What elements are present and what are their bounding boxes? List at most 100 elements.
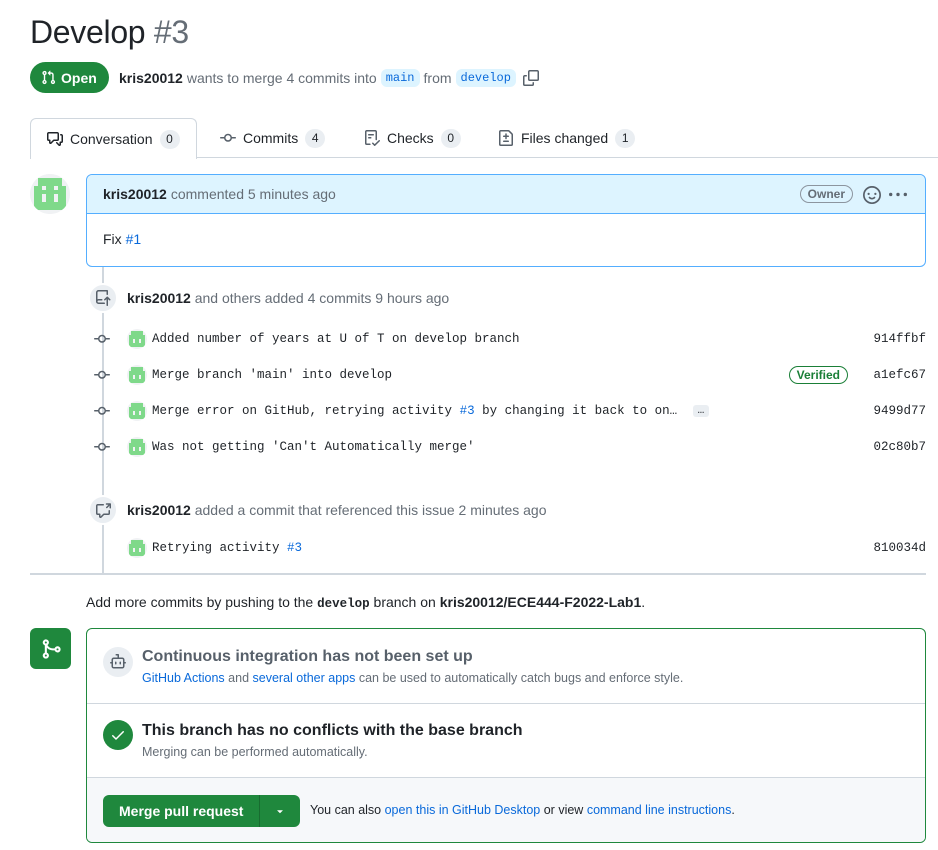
commit-message[interactable]: Merge error on GitHub, retrying activity… (152, 404, 710, 418)
conflicts-section: This branch has no conflicts with the ba… (87, 704, 925, 778)
pr-meta: kris20012 wants to merge 4 commits into … (119, 64, 540, 91)
author-link[interactable]: kris20012 (119, 70, 183, 86)
reference-event-text: added a commit that referenced this issu… (194, 502, 547, 518)
git-pull-request-icon (42, 70, 56, 85)
pr-title-text: Develop (30, 14, 146, 50)
comment: kris20012 commented 5 minutes ago Owner … (86, 174, 926, 267)
repo-link[interactable]: kris20012/ECE444-F2022-Lab1 (440, 594, 642, 610)
repo-push-badge (88, 283, 118, 313)
timeline-divider (30, 573, 926, 575)
comment-discussion-icon (47, 132, 63, 146)
state-badge: Open (30, 62, 109, 93)
commit-sha[interactable]: 02c80b7 (873, 440, 926, 454)
ci-description: GitHub Actions and several other apps ca… (142, 671, 683, 685)
tab-commits-label: Commits (243, 130, 299, 146)
merge-note-prefix: You can also (310, 803, 382, 817)
commit-message[interactable]: Retrying activity #3 (152, 541, 302, 555)
merge-note-mid: or view (543, 803, 584, 817)
ci-title: Continuous integration has not been set … (142, 648, 473, 665)
base-branch[interactable]: main (380, 68, 420, 87)
tab-files-changed[interactable]: Files changed 1 (498, 118, 636, 158)
merge-button-group: Merge pull request (103, 795, 301, 827)
cross-reference-icon (96, 503, 111, 518)
git-commit-icon (92, 368, 112, 382)
git-merge-badge (30, 628, 71, 669)
comment-body-text: Fix (103, 231, 122, 247)
triangle-down-icon (277, 810, 284, 814)
issue-link[interactable]: #3 (287, 541, 302, 555)
merge-pull-request-button[interactable]: Merge pull request (103, 795, 261, 827)
git-commit-icon (92, 440, 112, 454)
tab-checks[interactable]: Checks 0 (364, 118, 461, 158)
owner-badge: Owner (799, 185, 853, 203)
commit-message[interactable]: Was not getting 'Can't Automatically mer… (152, 440, 475, 454)
reference-event: kris20012 added a commit that referenced… (127, 502, 546, 518)
tab-conversation-label: Conversation (70, 131, 153, 147)
commit-message[interactable]: Merge branch 'main' into develop (152, 368, 392, 382)
git-merge-icon (42, 638, 61, 659)
check-icon (112, 731, 124, 740)
github-desktop-link[interactable]: open this in GitHub Desktop (385, 803, 541, 817)
expand-message-button[interactable]: … (692, 404, 710, 417)
tab-files-changed-count: 1 (615, 128, 636, 148)
copy-icon[interactable] (522, 69, 540, 87)
commit-row: Added number of years at U of T on devel… (92, 328, 926, 350)
tab-files-changed-label: Files changed (521, 130, 609, 146)
robot-icon (110, 654, 126, 669)
github-actions-link[interactable]: GitHub Actions (142, 671, 225, 685)
push-hint: Add more commits by pushing to the devel… (86, 594, 645, 611)
conflicts-title: This branch has no conflicts with the ba… (142, 722, 523, 739)
comment-body: Fix #1 (87, 214, 925, 264)
commit-avatar[interactable] (127, 538, 147, 558)
tab-checks-count: 0 (440, 128, 461, 148)
pr-title: Develop #3 (30, 14, 189, 51)
tab-conversation[interactable]: Conversation 0 (30, 118, 197, 159)
merge-method-dropdown[interactable] (260, 795, 300, 827)
commit-sha[interactable]: a1efc67 (873, 368, 926, 382)
commits-event-text: and others added 4 commits 9 hours ago (194, 290, 450, 306)
issue-link[interactable]: #1 (126, 231, 142, 247)
tab-commits-count: 4 (305, 128, 326, 148)
head-branch[interactable]: develop (455, 68, 516, 87)
commit-sha[interactable]: 810034d (873, 541, 926, 555)
comment-author[interactable]: kris20012 (103, 186, 167, 202)
repo-push-icon (96, 290, 111, 306)
commit-row: Was not getting 'Can't Automatically mer… (92, 436, 926, 458)
avatar[interactable] (30, 174, 70, 214)
commits-event-author[interactable]: kris20012 (127, 290, 191, 306)
conflicts-description: Merging can be performed automatically. (142, 745, 368, 759)
state-label: Open (61, 69, 97, 86)
issue-link[interactable]: #3 (460, 404, 475, 418)
commit-sha[interactable]: 9499d77 (873, 404, 926, 418)
checklist-icon (365, 130, 380, 146)
kebab-horizontal-icon[interactable] (889, 186, 907, 204)
pr-number: #3 (153, 14, 189, 50)
check-badge (103, 720, 133, 750)
ci-and: and (228, 671, 250, 685)
file-diff-icon (499, 130, 513, 146)
ci-badge (103, 647, 133, 677)
pr-tabs: Conversation 0 Commits 4 Checks 0 Files … (30, 118, 938, 159)
commits-event: kris20012 and others added 4 commits 9 h… (127, 290, 449, 306)
command-line-link[interactable]: command line instructions (587, 803, 732, 817)
hint-prefix: Add more commits by pushing to the (86, 594, 314, 610)
commit-avatar[interactable] (127, 365, 147, 385)
commit-row: Retrying activity #3 810034d (92, 537, 926, 559)
other-apps-link[interactable]: several other apps (253, 671, 356, 685)
commit-avatar[interactable] (127, 329, 147, 349)
cross-reference-badge (88, 495, 118, 525)
verified-badge[interactable]: Verified (788, 366, 848, 384)
commit-message[interactable]: Added number of years at U of T on devel… (152, 332, 520, 346)
commit-avatar[interactable] (127, 437, 147, 457)
reference-event-author[interactable]: kris20012 (127, 502, 191, 518)
commit-sha[interactable]: 914ffbf (873, 332, 926, 346)
commit-message-suffix: by changing it back to on… (482, 404, 678, 418)
tab-checks-label: Checks (387, 130, 434, 146)
git-commit-icon (92, 332, 112, 346)
commit-avatar[interactable] (127, 401, 147, 421)
tab-commits[interactable]: Commits 4 (220, 118, 326, 158)
merge-note-suffix: . (731, 803, 735, 817)
git-commit-icon (92, 404, 112, 418)
smiley-icon[interactable] (863, 186, 881, 204)
git-commit-icon (220, 133, 236, 142)
